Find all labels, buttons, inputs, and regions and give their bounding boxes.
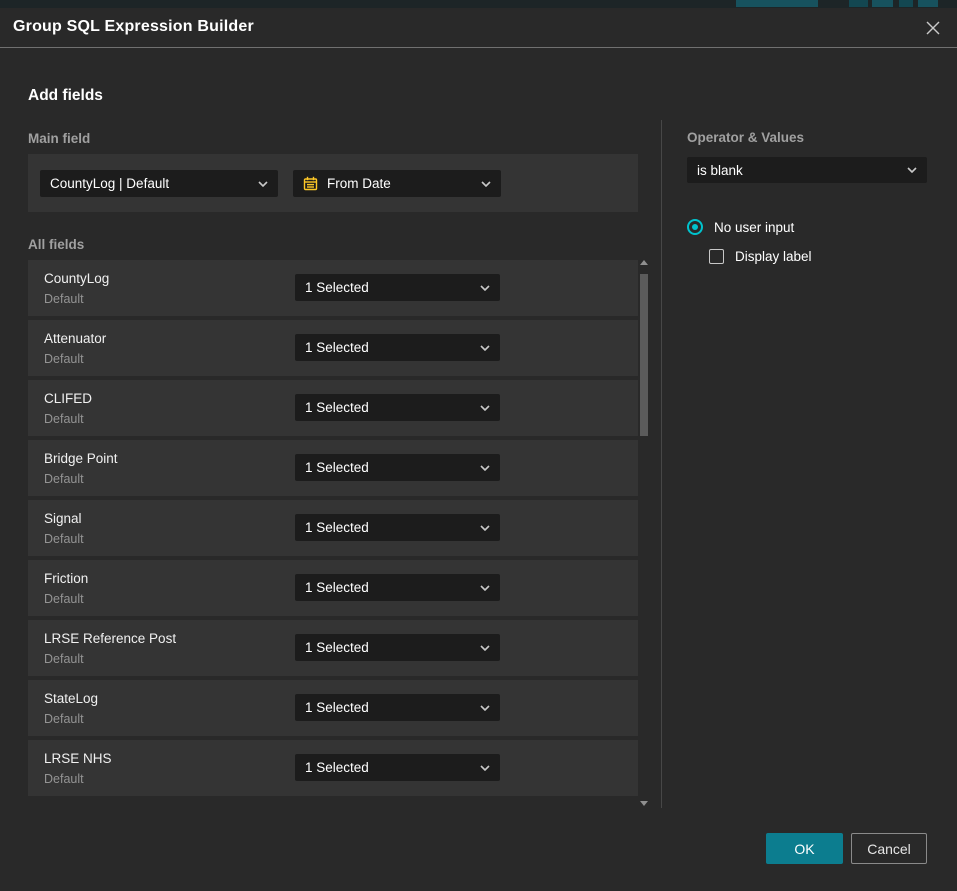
field-name: LRSE NHS: [44, 751, 112, 766]
chevron-down-icon: [480, 645, 490, 651]
field-values-select[interactable]: 1 Selected: [295, 394, 500, 421]
field-row: Friction Default 1 Selected: [28, 560, 638, 616]
no-user-input-label: No user input: [714, 220, 794, 235]
field-name: Friction: [44, 571, 88, 586]
all-fields-list: CountyLog Default 1 Selected Attenuator …: [28, 260, 638, 800]
radio-icon: [687, 219, 703, 235]
field-values-select[interactable]: 1 Selected: [295, 514, 500, 541]
operator-select-value: is blank: [697, 163, 901, 178]
field-source: Default: [44, 652, 84, 666]
field-name: Attenuator: [44, 331, 106, 346]
chevron-down-icon: [907, 167, 917, 173]
background-accent: [872, 0, 893, 7]
field-values-select-value: 1 Selected: [305, 760, 474, 775]
operator-values-label: Operator & Values: [687, 130, 804, 145]
field-values-select-value: 1 Selected: [305, 400, 474, 415]
calendar-icon: [303, 176, 318, 191]
field-row: Bridge Point Default 1 Selected: [28, 440, 638, 496]
operator-select[interactable]: is blank: [687, 157, 927, 183]
chevron-down-icon: [480, 465, 490, 471]
field-row: Signal Default 1 Selected: [28, 500, 638, 556]
field-name: Bridge Point: [44, 451, 118, 466]
field-row: Attenuator Default 1 Selected: [28, 320, 638, 376]
dialog-header: Group SQL Expression Builder: [0, 8, 957, 48]
scroll-down-arrow[interactable]: [640, 801, 648, 806]
field-values-select[interactable]: 1 Selected: [295, 694, 500, 721]
chevron-down-icon: [480, 345, 490, 351]
field-values-select[interactable]: 1 Selected: [295, 454, 500, 481]
chevron-down-icon: [480, 285, 490, 291]
chevron-down-icon: [480, 405, 490, 411]
field-name: CLIFED: [44, 391, 92, 406]
field-name: StateLog: [44, 691, 98, 706]
field-values-select-value: 1 Selected: [305, 580, 474, 595]
field-values-select-value: 1 Selected: [305, 640, 474, 655]
scrollbar-thumb[interactable]: [640, 274, 648, 436]
close-button[interactable]: [917, 12, 949, 44]
field-values-select[interactable]: 1 Selected: [295, 334, 500, 361]
field-source: Default: [44, 352, 84, 366]
layer-select-value: CountyLog | Default: [50, 176, 252, 191]
field-values-select[interactable]: 1 Selected: [295, 274, 500, 301]
chevron-down-icon: [480, 705, 490, 711]
field-source: Default: [44, 532, 84, 546]
field-values-select-value: 1 Selected: [305, 280, 474, 295]
scroll-up-arrow[interactable]: [640, 260, 648, 265]
checkbox-icon: [709, 249, 724, 264]
field-values-select[interactable]: 1 Selected: [295, 754, 500, 781]
field-values-select[interactable]: 1 Selected: [295, 634, 500, 661]
field-values-select-value: 1 Selected: [305, 700, 474, 715]
field-row: CLIFED Default 1 Selected: [28, 380, 638, 436]
layer-select[interactable]: CountyLog | Default: [40, 170, 278, 197]
chevron-down-icon: [258, 181, 268, 187]
field-name: LRSE Reference Post: [44, 631, 176, 646]
field-source: Default: [44, 292, 84, 306]
field-values-select[interactable]: 1 Selected: [295, 574, 500, 601]
field-row: StateLog Default 1 Selected: [28, 680, 638, 736]
field-row: CountyLog Default 1 Selected: [28, 260, 638, 316]
main-field-select-value: From Date: [327, 176, 475, 191]
display-label-checkbox[interactable]: Display label: [709, 249, 812, 264]
ok-button[interactable]: OK: [766, 833, 843, 864]
add-fields-heading: Add fields: [28, 87, 103, 105]
field-source: Default: [44, 772, 84, 786]
no-user-input-radio[interactable]: No user input: [687, 219, 794, 235]
chevron-down-icon: [481, 181, 491, 187]
field-source: Default: [44, 472, 84, 486]
field-row: LRSE Reference Post Default 1 Selected: [28, 620, 638, 676]
main-field-select[interactable]: From Date: [293, 170, 501, 197]
field-values-select-value: 1 Selected: [305, 340, 474, 355]
chevron-down-icon: [480, 765, 490, 771]
main-field-label: Main field: [28, 131, 90, 146]
scrollbar[interactable]: [638, 256, 650, 810]
field-name: Signal: [44, 511, 82, 526]
group-sql-expression-builder-dialog: Group SQL Expression Builder Add fields …: [0, 8, 957, 891]
chevron-down-icon: [480, 585, 490, 591]
chevron-down-icon: [480, 525, 490, 531]
field-source: Default: [44, 712, 84, 726]
main-field-panel: CountyLog | Default From Date: [28, 154, 638, 212]
background-accent: [918, 0, 938, 7]
background-accent: [849, 0, 868, 7]
background-app-edge: [0, 0, 957, 8]
field-name: CountyLog: [44, 271, 109, 286]
field-values-select-value: 1 Selected: [305, 460, 474, 475]
background-accent: [736, 0, 818, 7]
background-accent: [899, 0, 913, 7]
field-source: Default: [44, 412, 84, 426]
dialog-title: Group SQL Expression Builder: [13, 18, 254, 36]
cancel-button[interactable]: Cancel: [851, 833, 927, 864]
all-fields-label: All fields: [28, 237, 84, 252]
field-row: LRSE NHS Default 1 Selected: [28, 740, 638, 796]
panel-divider: [661, 120, 662, 808]
field-values-select-value: 1 Selected: [305, 520, 474, 535]
close-icon: [925, 20, 941, 36]
display-label-label: Display label: [735, 249, 812, 264]
field-source: Default: [44, 592, 84, 606]
